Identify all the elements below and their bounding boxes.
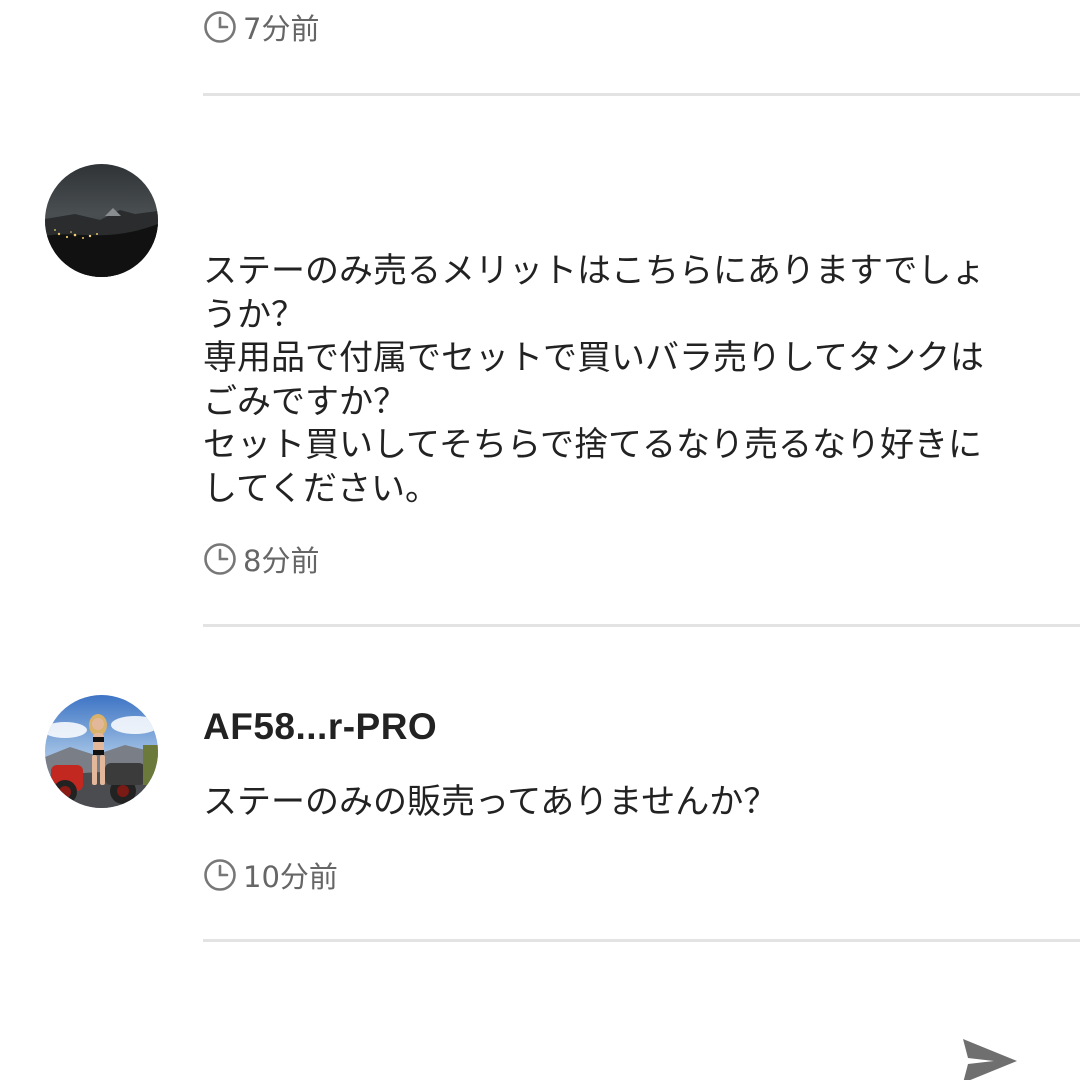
clock-icon bbox=[204, 859, 236, 891]
message-line: ステーのみ売るメリットはこちらにありますでしょ bbox=[203, 251, 986, 291]
avatar[interactable] bbox=[45, 695, 158, 808]
comment-message: ステーのみ売るメリットはこちらにありますでしょ うか？ 専用品で付属でセットで買… bbox=[203, 250, 1033, 511]
comment-thread: 7分前 ステーのみ売るメリットはこちらにありますでしょ うか？ 専用品で付属でセ… bbox=[0, 0, 1080, 1080]
timestamp-text: 8分前 bbox=[243, 544, 320, 578]
comment-timestamp: 8分前 bbox=[203, 538, 319, 580]
clock-icon bbox=[204, 543, 236, 575]
comment-username[interactable]: AF58...r-PRO bbox=[203, 706, 437, 748]
timestamp-text: 7分前 bbox=[243, 12, 320, 46]
message-line: うか？ bbox=[203, 294, 305, 335]
message-line: セット買いしてそちらで捨てるなり売るなり好きに bbox=[203, 425, 982, 465]
message-line: してください。 bbox=[203, 468, 439, 509]
night-landscape-avatar bbox=[45, 164, 158, 277]
message-line: ステーのみの販売ってありませんか？ bbox=[203, 782, 778, 822]
timestamp-text: 10分前 bbox=[243, 860, 338, 894]
comment-timestamp: 10分前 bbox=[203, 854, 338, 896]
send-button[interactable] bbox=[960, 1036, 1020, 1080]
divider bbox=[203, 624, 1080, 627]
message-line: 専用品で付属でセットで買いバラ売りしてタンクは bbox=[203, 338, 984, 378]
avatar[interactable] bbox=[45, 164, 158, 277]
divider bbox=[203, 939, 1080, 942]
divider bbox=[203, 93, 1080, 96]
motorcycle-photo-avatar bbox=[45, 695, 158, 808]
message-line: ごみですか？ bbox=[203, 381, 407, 422]
comment-timestamp: 7分前 bbox=[203, 6, 319, 48]
comment-message: ステーのみの販売ってありませんか？ bbox=[203, 781, 1033, 825]
clock-icon bbox=[204, 11, 236, 43]
send-icon bbox=[963, 1039, 1017, 1080]
